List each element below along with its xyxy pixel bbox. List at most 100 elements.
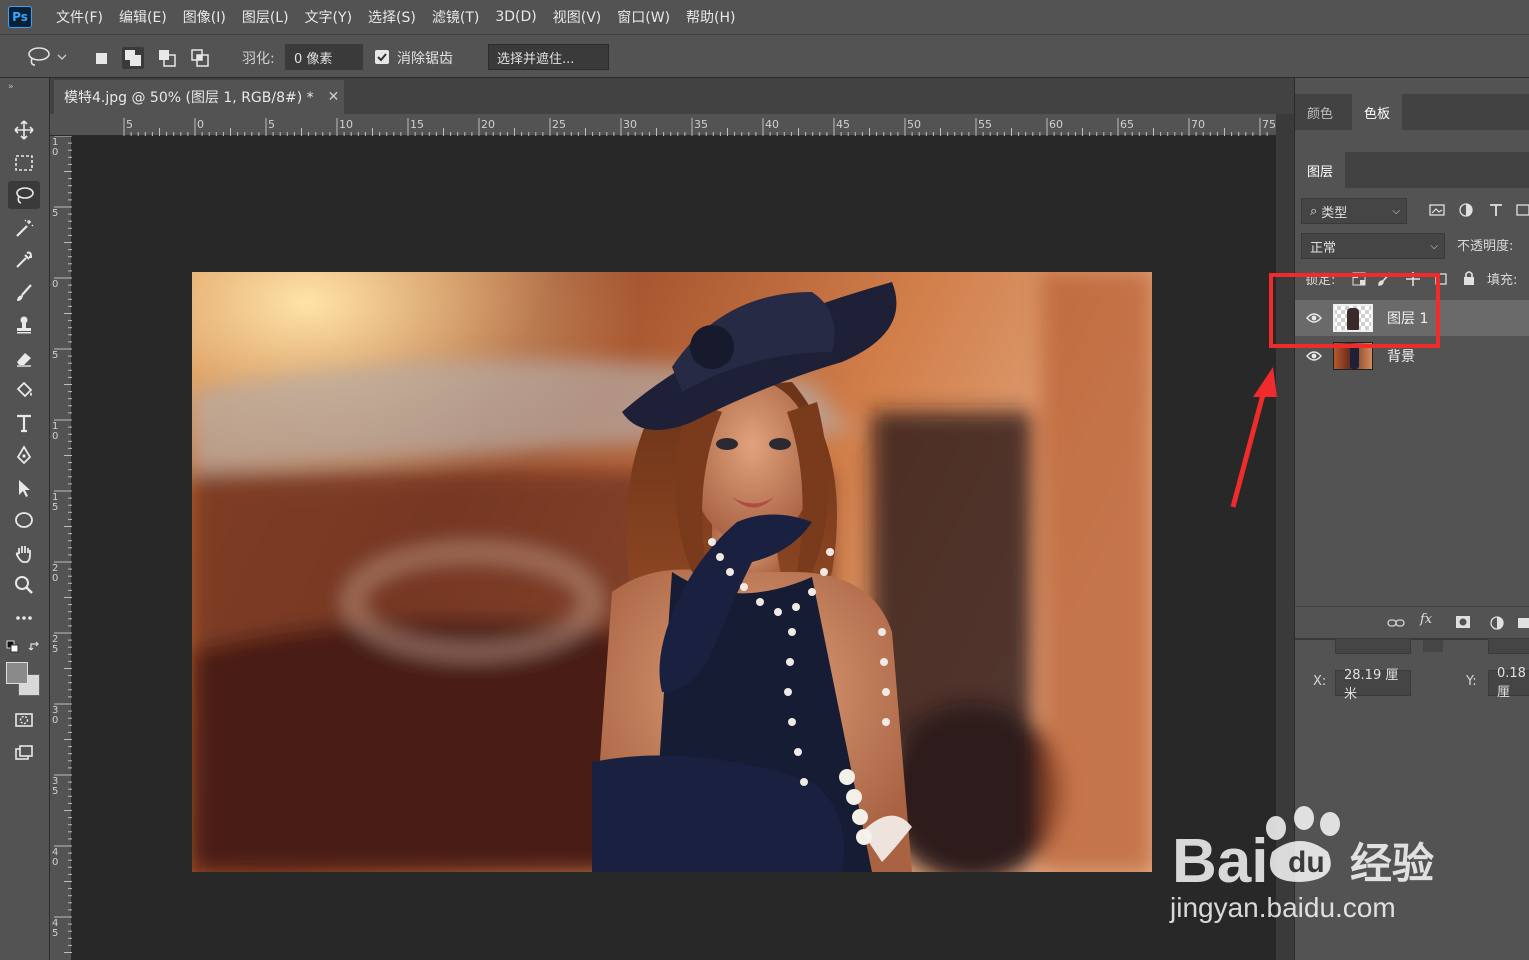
menu-layer[interactable]: 图层(L) — [242, 7, 289, 27]
adjustment-layer-icon[interactable] — [1489, 615, 1505, 631]
ruler-left-label: 5 — [52, 350, 59, 361]
watermark-url: jingyan.baidu.com — [1170, 892, 1396, 923]
menu-edit[interactable]: 编辑(E) — [119, 7, 167, 27]
model-photo — [192, 272, 1152, 872]
swap-colors-icon[interactable] — [28, 640, 42, 658]
new-group-icon[interactable] — [1517, 615, 1529, 631]
pixel-filter-icon[interactable] — [1429, 202, 1445, 218]
blend-mode-value: 正常 — [1310, 240, 1337, 256]
stamp-tool-icon[interactable] — [8, 311, 40, 339]
search-icon: ⌕ — [1310, 203, 1318, 219]
more-tools-icon[interactable] — [8, 604, 40, 632]
y-position-field[interactable]: 0.18 厘 — [1488, 666, 1529, 700]
shape-filter-icon[interactable] — [1515, 202, 1529, 218]
lasso-tool-icon[interactable] — [8, 181, 40, 209]
fx-icon[interactable]: fx — [1420, 612, 1432, 627]
new-selection-icon[interactable] — [90, 47, 112, 69]
tab-color[interactable]: 颜色 — [1295, 94, 1345, 130]
width-field[interactable] — [1335, 638, 1411, 654]
document-image[interactable] — [192, 272, 1152, 872]
x-label: X: — [1313, 674, 1327, 689]
ruler-vertical-ticks — [54, 136, 72, 953]
paint-bucket-tool-icon[interactable] — [8, 376, 40, 404]
ruler-top-label: 20 — [481, 118, 495, 131]
brush-tool-icon[interactable] — [8, 279, 40, 307]
lasso-preset-icon[interactable] — [26, 45, 70, 73]
menu-help[interactable]: 帮助(H) — [686, 7, 735, 27]
menu-view[interactable]: 视图(V) — [553, 7, 602, 27]
zoom-tool-icon[interactable] — [8, 571, 40, 599]
blend-mode-select[interactable]: 正常 ⌵ — [1301, 233, 1445, 259]
layers-tabs: 图层 — [1295, 152, 1529, 188]
layer-filter-kind: 类型 — [1321, 205, 1348, 221]
move-tool-icon[interactable] — [8, 116, 40, 144]
marquee-tool-icon[interactable] — [8, 149, 40, 177]
tab-swatches[interactable]: 色板 — [1352, 94, 1403, 130]
ruler-left-label: 4 5 — [52, 918, 59, 939]
chevron-down-icon: ⌵ — [1430, 240, 1438, 252]
type-tool-icon[interactable] — [8, 409, 40, 437]
menu-file[interactable]: 文件(F) — [56, 7, 103, 27]
chevron-down-icon: ⌵ — [1392, 205, 1400, 217]
x-position-field[interactable]: 28.19 厘米 — [1335, 668, 1411, 702]
ruler-top-label: 35 — [694, 118, 708, 131]
photoshop-logo: Ps — [8, 6, 32, 28]
ruler-top-label: 55 — [978, 118, 992, 131]
ruler-top-label: 25 — [552, 118, 566, 131]
ruler-left-label: 3 0 — [52, 705, 59, 726]
fill-label: 填充: — [1487, 273, 1518, 288]
screen-mode-icon[interactable] — [8, 739, 40, 767]
eye-icon[interactable] — [1295, 350, 1333, 362]
collapse-icon[interactable]: » — [8, 82, 14, 92]
height-field[interactable] — [1488, 638, 1529, 654]
pen-tool-icon[interactable] — [8, 441, 40, 469]
ruler-horizontal: 5 0 5 10 15 20 25 30 35 40 45 50 55 60 65 70 75 — [50, 114, 1276, 136]
foreground-color-swatch-top[interactable] — [6, 662, 28, 684]
antialias-label: 消除锯齿 — [397, 51, 453, 67]
ruler-left-label: 1 5 — [52, 492, 59, 513]
adjustment-filter-icon[interactable] — [1458, 202, 1474, 218]
ellipse-tool-icon[interactable] — [8, 506, 40, 534]
ruler-top-label: 10 — [339, 118, 353, 131]
hand-tool-icon[interactable] — [8, 539, 40, 567]
close-tab-icon[interactable]: ✕ — [328, 89, 340, 105]
watermark-brand-cn: 经验 — [1350, 839, 1435, 888]
menu-type[interactable]: 文字(Y) — [305, 7, 352, 27]
menu-3d[interactable]: 3D(D) — [495, 9, 536, 25]
link-icon[interactable] — [1387, 615, 1405, 631]
add-selection-icon[interactable] — [122, 47, 144, 69]
intersect-selection-icon[interactable] — [189, 47, 211, 69]
layer-filter-select[interactable]: ⌕ 类型 ⌵ — [1301, 198, 1407, 224]
antialias-checkbox[interactable] — [375, 50, 389, 64]
quick-mask-icon[interactable] — [8, 706, 40, 734]
tab-layers[interactable]: 图层 — [1295, 152, 1346, 188]
ruler-top-label: 30 — [623, 118, 637, 131]
link-dimensions-icon[interactable] — [1423, 640, 1443, 652]
ruler-top-label: 5 — [126, 118, 133, 131]
mask-icon[interactable] — [1455, 615, 1471, 631]
magic-wand-tool-icon[interactable] — [8, 214, 40, 242]
options-bar: 羽化: 0 像素 消除锯齿 选择并遮住... — [0, 34, 1529, 78]
ruler-top-label: 15 — [410, 118, 424, 131]
type-filter-icon[interactable] — [1488, 202, 1504, 218]
ruler-left-label: 1 0 — [52, 137, 59, 158]
feather-input[interactable]: 0 像素 — [285, 44, 363, 70]
eraser-tool-icon[interactable] — [8, 344, 40, 372]
ruler-top-label: 70 — [1191, 118, 1205, 131]
menu-window[interactable]: 窗口(W) — [617, 7, 670, 27]
default-colors-icon[interactable] — [6, 640, 20, 658]
ruler-left-label: 2 5 — [52, 634, 59, 655]
background-name[interactable]: 背景 — [1387, 346, 1415, 366]
subtract-selection-icon[interactable] — [156, 47, 178, 69]
menu-image[interactable]: 图像(I) — [183, 7, 226, 27]
document-tab[interactable]: 模特4.jpg @ 50% (图层 1, RGB/8#) * ✕ — [54, 80, 344, 114]
menu-filter[interactable]: 滤镜(T) — [432, 7, 479, 27]
path-selection-tool-icon[interactable] — [8, 474, 40, 502]
menu-select[interactable]: 选择(S) — [368, 7, 416, 27]
feather-label: 羽化: — [242, 51, 275, 67]
lock-all-icon[interactable] — [1461, 270, 1477, 286]
select-and-mask-button[interactable]: 选择并遮住... — [488, 44, 609, 70]
red-arrow-icon — [1230, 367, 1277, 508]
eyedropper-tool-icon[interactable] — [8, 246, 40, 274]
opacity-label: 不透明度: — [1457, 239, 1514, 254]
